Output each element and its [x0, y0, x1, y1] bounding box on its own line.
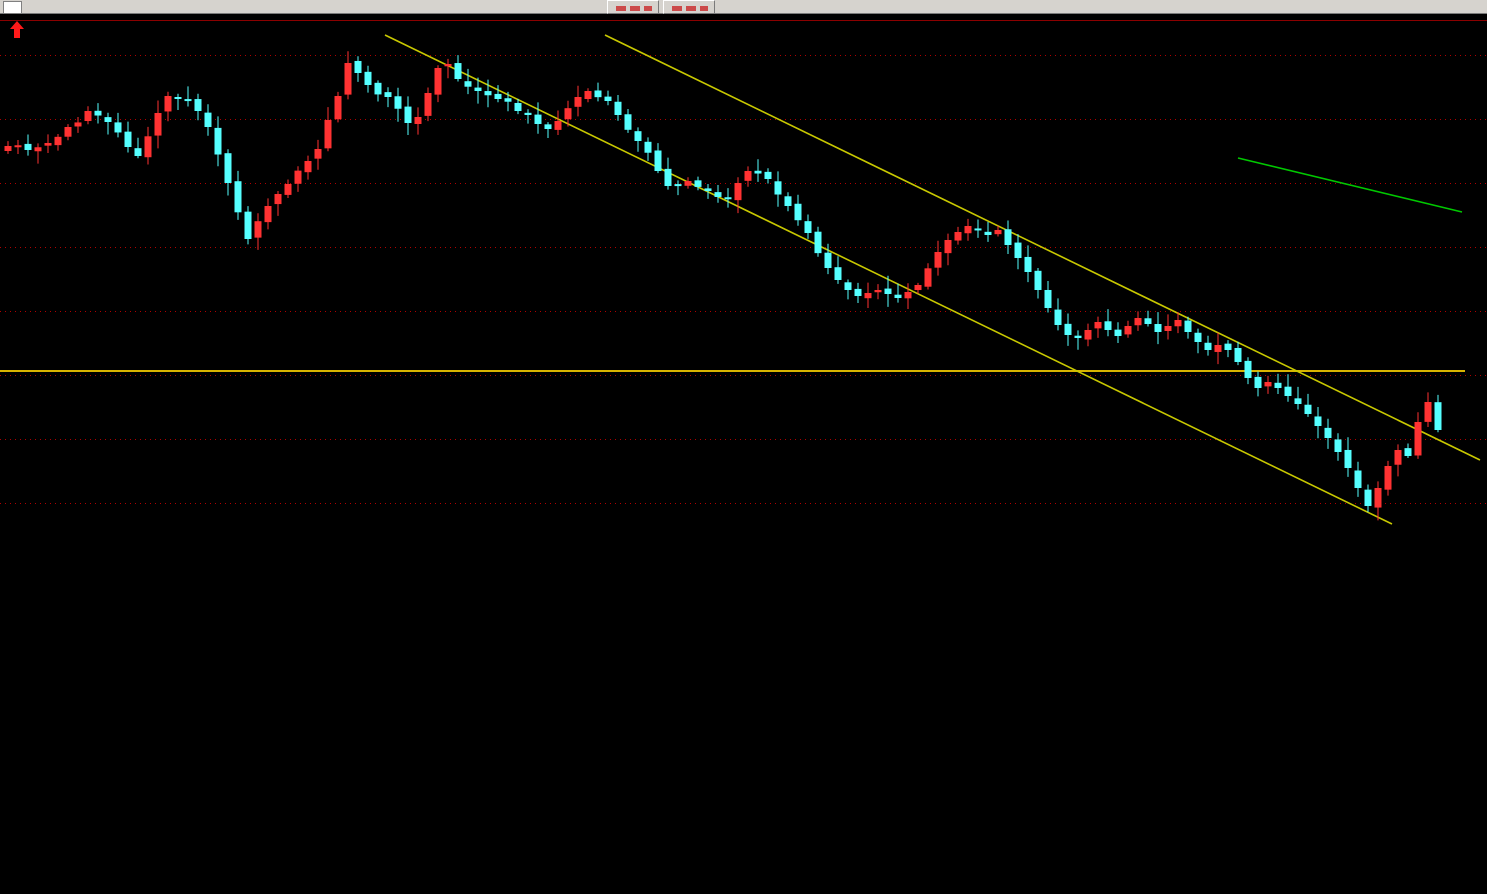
- trading-app-window: { "header": { "title": "创业板指(日线.前复权)", "…: [0, 0, 1487, 894]
- ma5-readout: [32, 20, 37, 38]
- chart-area[interactable]: [0, 0, 1487, 894]
- candlesticks: [4, 51, 1442, 521]
- ma20-readout: [56, 20, 61, 38]
- volume-header: [2, 539, 30, 557]
- volume-readout: [2, 539, 7, 557]
- main-chart-header: [2, 20, 72, 38]
- kdj-j-readout: [33, 716, 38, 734]
- kdj-k-readout: [9, 716, 14, 734]
- ma10-readout: [44, 20, 49, 38]
- volume-ma5-readout: [14, 539, 19, 557]
- up-arrow-icon: [10, 20, 24, 38]
- main-pane: [0, 20, 1487, 525]
- volume-ma10-readout: [26, 539, 31, 557]
- kdj-d-readout: [21, 716, 26, 734]
- ma250-readout: [67, 20, 72, 38]
- kdj-header: [2, 716, 37, 734]
